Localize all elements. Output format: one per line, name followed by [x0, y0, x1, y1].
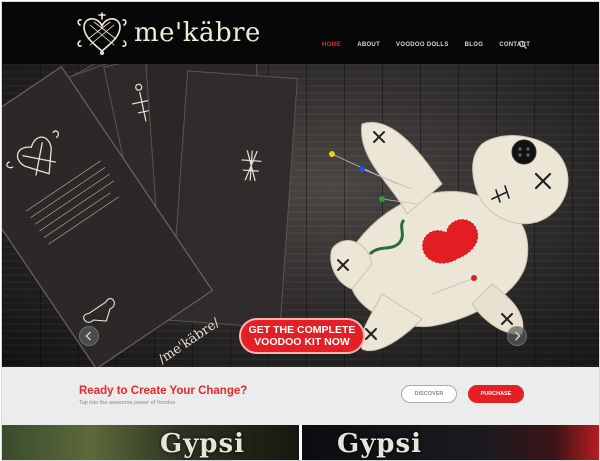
slider-prev-button[interactable] — [79, 326, 99, 346]
card-brand: /me'käbre/ — [156, 315, 223, 367]
nav-voodoo-dolls[interactable]: VOODOO DOLLS — [396, 42, 449, 48]
nav-about[interactable]: ABOUT — [357, 42, 380, 48]
get-kit-button[interactable]: GET THE COMPLETE VOODOO KIT NOW — [239, 318, 365, 354]
chevron-left-icon — [85, 331, 92, 341]
purchase-button[interactable]: PURCHASE — [468, 385, 524, 403]
main-nav: HOME ABOUT VOODOO DOLLS BLOG CONTACT — [322, 42, 546, 48]
search-icon[interactable] — [518, 40, 528, 50]
logo-text: me'käbre — [134, 18, 261, 48]
hero-slider: /me'käbre/ GET THE COMPLETE VOODOO KIT N… — [2, 64, 599, 367]
heart-veve-icon — [77, 12, 127, 55]
cta-band: Ready to Create Your Change? Tap into th… — [2, 367, 599, 425]
thumbnail-1[interactable]: Gypsi — [2, 425, 299, 460]
thumbnail-2[interactable]: Gypsi — [302, 425, 599, 460]
nav-home[interactable]: HOME — [322, 42, 341, 48]
site-header: me'käbre HOME ABOUT VOODOO DOLLS BLOG CO… — [2, 2, 599, 64]
thumbnail-title: Gypsi — [160, 429, 246, 459]
page-frame: me'käbre HOME ABOUT VOODOO DOLLS BLOG CO… — [1, 1, 600, 461]
band-title: Ready to Create Your Change? — [79, 385, 248, 397]
logo[interactable]: me'käbre — [76, 10, 261, 56]
thumbnail-title: Gypsi — [337, 429, 423, 459]
nav-blog[interactable]: BLOG — [465, 42, 484, 48]
voodoo-doll — [329, 121, 569, 351]
band-subtitle: Tap into the awesome power of Voodoo. — [79, 400, 177, 406]
cta-line-2: VOODOO KIT NOW — [254, 336, 350, 348]
chevron-right-icon — [514, 331, 521, 341]
slider-next-button[interactable] — [507, 326, 527, 346]
discover-button[interactable]: DISCOVER — [401, 385, 457, 403]
cta-line-1: GET THE COMPLETE — [248, 324, 356, 336]
